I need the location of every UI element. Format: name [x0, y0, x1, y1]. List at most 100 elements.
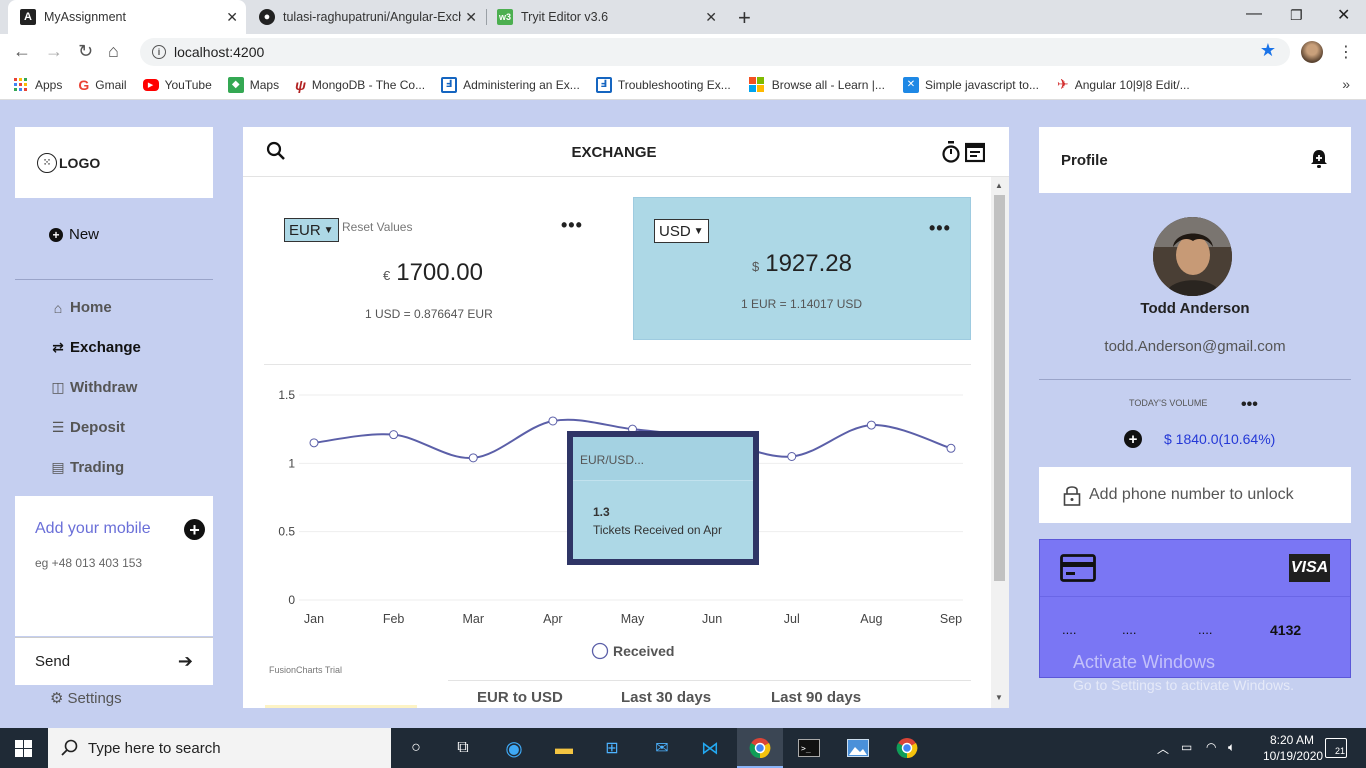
- browser-tab-myassignment[interactable]: A MyAssignment ✕: [8, 0, 246, 34]
- mail-icon[interactable]: ✉: [650, 736, 674, 760]
- to-amount-value: 1927.28: [765, 250, 852, 277]
- sidebar-item-settings[interactable]: ⚙ Settings: [50, 689, 122, 708]
- browser-tab-tryit[interactable]: w3 Tryit Editor v3.6 ✕: [487, 0, 725, 34]
- x-tick-label: Apr: [543, 612, 562, 626]
- plus-circle-icon: +: [49, 227, 63, 242]
- browser-tab-github[interactable]: ● tulasi-raghupatruni/Angular-Exch ✕: [247, 0, 485, 34]
- close-icon[interactable]: ✕: [465, 9, 477, 26]
- send-button[interactable]: Send ➔: [15, 637, 213, 685]
- chart-tooltip: EUR/USD... 1.3 Tickets Received on Apr: [567, 431, 759, 565]
- terminal-icon[interactable]: >_: [797, 736, 821, 760]
- from-amount[interactable]: €1700.00: [383, 259, 483, 287]
- scroll-up-icon[interactable]: ▲: [995, 181, 1003, 190]
- close-icon[interactable]: ✕: [705, 9, 717, 26]
- sidebar-item-trading[interactable]: ▤ Trading: [50, 459, 124, 476]
- bookmark-learn[interactable]: Browse all - Learn |...: [748, 77, 885, 92]
- store-icon[interactable]: ⊞: [600, 736, 624, 760]
- youtube-icon: ▶: [142, 78, 159, 91]
- chrome-icon-2[interactable]: [895, 736, 919, 760]
- bookmark-javascript[interactable]: ✕ Simple javascript to...: [902, 76, 1039, 93]
- restore-button[interactable]: ❐: [1290, 7, 1303, 24]
- cortana-icon[interactable]: ○: [404, 736, 428, 760]
- add-phone-card[interactable]: Add phone number to unlock: [1039, 467, 1351, 523]
- browser-menu-icon[interactable]: ⋮: [1338, 42, 1354, 62]
- close-window-button[interactable]: ✕: [1337, 5, 1350, 25]
- site-info-icon[interactable]: i: [152, 45, 166, 59]
- bookmark-label: Browse all - Learn |...: [771, 77, 885, 92]
- dollar-symbol: $: [752, 259, 760, 274]
- bell-plus-icon[interactable]: [1310, 149, 1328, 169]
- tray-chevron-icon[interactable]: ︿: [1157, 740, 1169, 757]
- sidebar-item-home[interactable]: ⌂ Home: [50, 299, 112, 316]
- to-more-icon[interactable]: •••: [929, 218, 951, 239]
- new-button[interactable]: + New: [49, 226, 99, 243]
- calendar-icon[interactable]: [965, 141, 985, 163]
- tab-eur-to-usd[interactable]: EUR to USD: [477, 689, 563, 706]
- scroll-thumb[interactable]: [994, 195, 1005, 581]
- profile-header-card: Profile: [1039, 127, 1351, 193]
- from-more-icon[interactable]: •••: [561, 215, 583, 236]
- bookmark-apps[interactable]: Apps: [14, 78, 62, 92]
- profile-name: Todd Anderson: [1140, 300, 1250, 317]
- sidebar-item-withdraw[interactable]: ◫ Withdraw: [50, 379, 137, 396]
- y-tick-label: 0: [288, 593, 295, 607]
- bookmark-angular[interactable]: ✈ Angular 10|9|8 Edit/...: [1057, 76, 1190, 93]
- sidebar-item-deposit[interactable]: ☰ Deposit: [50, 419, 125, 436]
- volume-more-icon[interactable]: •••: [1241, 396, 1258, 414]
- file-explorer-icon[interactable]: ▬: [552, 736, 576, 760]
- browser-profile-avatar[interactable]: [1301, 41, 1323, 63]
- bookmark-mongodb[interactable]: ψ MongoDB - The Co...: [295, 77, 425, 93]
- new-tab-button[interactable]: +: [738, 5, 751, 31]
- close-icon[interactable]: ✕: [226, 9, 238, 26]
- bookmark-troubleshooting[interactable]: Ⅎ Troubleshooting Ex...: [595, 76, 731, 93]
- x-tick-label: May: [621, 612, 645, 626]
- google-icon: G: [78, 76, 90, 93]
- from-currency-select[interactable]: EUR ▼: [284, 218, 339, 242]
- minimize-button[interactable]: —: [1246, 5, 1262, 23]
- document-icon: Ⅎ: [595, 76, 612, 93]
- taskbar-search-input[interactable]: Type here to search: [48, 728, 391, 768]
- notification-center-icon[interactable]: 21: [1325, 738, 1347, 758]
- bookmark-star-icon[interactable]: ★: [1260, 40, 1276, 61]
- task-view-icon[interactable]: ⧉: [451, 736, 475, 760]
- wifi-icon[interactable]: ◠: [1206, 740, 1216, 754]
- forward-icon[interactable]: →: [45, 41, 63, 62]
- back-icon[interactable]: ←: [13, 41, 31, 62]
- to-currency-panel: USD ▼ ••• $1927.28 1 EUR = 1.14017 USD: [633, 197, 971, 340]
- w3schools-icon: w3: [497, 9, 513, 25]
- vscode-icon[interactable]: ⋈: [698, 736, 722, 760]
- scroll-down-icon[interactable]: ▼: [995, 693, 1003, 702]
- taskbar-clock[interactable]: 8:20 AM 10/19/2020: [1263, 732, 1323, 764]
- url-input[interactable]: i localhost:4200 ★: [140, 38, 1290, 66]
- reload-icon[interactable]: ↻: [78, 41, 93, 62]
- to-currency-select[interactable]: USD ▼: [654, 219, 709, 243]
- bookmark-administering[interactable]: Ⅎ Administering an Ex...: [441, 76, 580, 93]
- to-amount[interactable]: $1927.28: [752, 250, 852, 278]
- trading-icon: ▤: [51, 459, 65, 475]
- plus-circle-icon[interactable]: +: [1124, 430, 1142, 448]
- bookmark-gmail[interactable]: G Gmail: [78, 77, 126, 93]
- mongodb-icon: ψ: [295, 76, 306, 93]
- bookmark-maps[interactable]: ◆ Maps: [227, 76, 279, 93]
- main-scrollbar[interactable]: ▲ ▼: [991, 177, 1009, 708]
- photos-icon[interactable]: [846, 736, 870, 760]
- stopwatch-icon[interactable]: [941, 141, 961, 163]
- card-number-group: ....: [1122, 622, 1137, 637]
- home-icon[interactable]: ⌂: [108, 41, 119, 62]
- bookmark-youtube[interactable]: ▶ YouTube: [142, 78, 212, 92]
- sidebar-item-exchange[interactable]: ⇄ Exchange: [50, 339, 141, 356]
- add-mobile-plus-icon[interactable]: +: [184, 519, 205, 540]
- reset-values-link[interactable]: Reset Values: [342, 220, 412, 234]
- mobile-input[interactable]: eg +48 013 403 153: [35, 556, 193, 570]
- chrome-icon[interactable]: [748, 736, 772, 760]
- battery-icon[interactable]: ▭: [1181, 740, 1192, 754]
- edge-icon[interactable]: ◉: [502, 736, 526, 760]
- windows-start-icon[interactable]: [15, 740, 32, 757]
- bookmark-label: Administering an Ex...: [463, 77, 580, 92]
- tab-last-30-days[interactable]: Last 30 days: [621, 689, 711, 706]
- data-point: [548, 416, 558, 426]
- sidebar-divider: [15, 279, 213, 280]
- tab-last-90-days[interactable]: Last 90 days: [771, 689, 861, 706]
- volume-icon[interactable]: 🔈︎: [1228, 740, 1235, 755]
- more-bookmarks-icon[interactable]: »: [1342, 76, 1350, 92]
